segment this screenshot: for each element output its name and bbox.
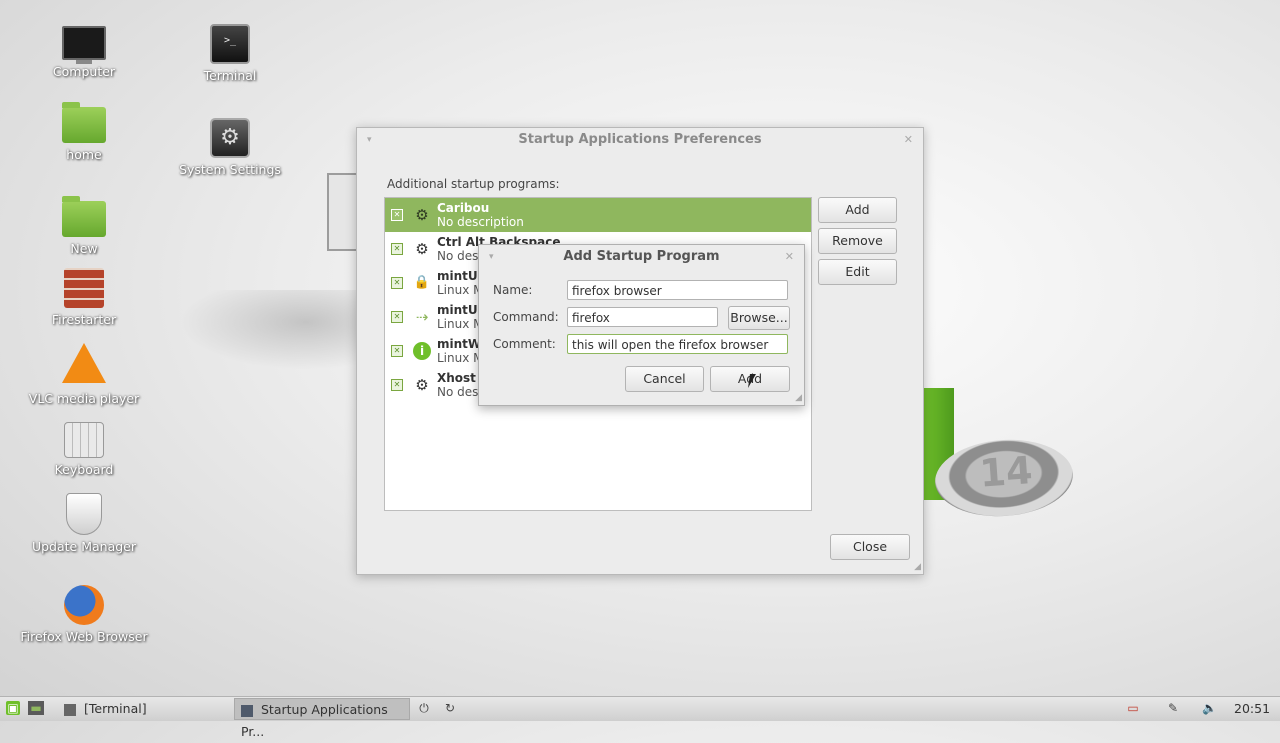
program-desc: Linux M	[437, 317, 484, 331]
firefox-icon	[64, 585, 104, 625]
desktop-icon-label: Firestarter	[51, 312, 117, 327]
program-desc: Linux M	[437, 283, 484, 297]
desktop-icon-vlc[interactable]: VLC media player	[19, 343, 149, 406]
desktop-icon-update-manager[interactable]: Update Manager	[19, 493, 149, 554]
program-name: Caribou	[437, 201, 490, 215]
gear-icon: ⚙	[415, 376, 429, 394]
wallpaper-shadow	[180, 290, 360, 370]
volume-icon[interactable]: 🔈	[1202, 701, 1217, 715]
comment-label: Comment:	[493, 337, 556, 351]
close-button[interactable]: Close	[830, 534, 910, 560]
bottom-panel: ▣ ▬ [Terminal] Startup Applications Pr..…	[0, 696, 1280, 739]
window-titlebar[interactable]: ▾ Startup Applications Preferences ✕	[357, 128, 923, 152]
dialog-close-icon[interactable]: ✕	[785, 245, 794, 269]
dialog-menu-icon[interactable]: ▾	[489, 245, 494, 269]
desktop-icon-label: Terminal	[203, 68, 257, 83]
refresh-icon[interactable]: ↻	[443, 701, 457, 715]
pen-icon[interactable]: ✎	[1166, 701, 1180, 715]
window-title: Startup Applications Preferences	[518, 132, 762, 147]
enable-checkbox[interactable]: ✕	[391, 345, 403, 357]
startup-task-icon	[241, 704, 253, 717]
folder-icon	[62, 196, 106, 237]
lock-icon: 🔒	[413, 275, 431, 290]
firewall-icon	[64, 268, 104, 308]
desktop-icon-label: Keyboard	[54, 462, 114, 477]
settings-icon: ⚙	[210, 118, 250, 158]
enable-checkbox[interactable]: ✕	[391, 379, 403, 391]
desktop-icon-firestarter[interactable]: Firestarter	[19, 268, 149, 327]
window-menu-icon[interactable]: ▾	[367, 128, 372, 152]
desktop-icon-label: Computer	[52, 64, 116, 79]
command-label: Command:	[493, 310, 559, 324]
enable-checkbox[interactable]: ✕	[391, 209, 403, 221]
dialog-resize-grip-icon[interactable]: ◢	[795, 393, 802, 403]
desktop-icon-system-settings[interactable]: ⚙ System Settings	[165, 118, 295, 177]
desktop-icon-computer[interactable]: Computer	[19, 20, 149, 79]
cancel-button[interactable]: Cancel	[625, 366, 704, 392]
update-icon: ⇢	[415, 308, 429, 326]
program-desc: No description	[437, 215, 524, 229]
desktop-icon-keyboard[interactable]: Keyboard	[19, 418, 149, 477]
dialog-title: Add Startup Program	[563, 249, 720, 264]
dialog-titlebar[interactable]: ▾ Add Startup Program ✕	[479, 245, 804, 269]
edit-button[interactable]: Edit	[818, 259, 897, 285]
computer-icon	[62, 26, 106, 64]
home-folder-icon	[62, 102, 106, 143]
taskbar-item-terminal[interactable]: [Terminal]	[60, 698, 234, 720]
window-close-icon[interactable]: ✕	[904, 128, 913, 152]
vlc-icon	[62, 343, 106, 383]
desktop-icon-label: Update Manager	[31, 539, 137, 554]
program-name: Xhost	[437, 371, 476, 385]
desktop-icon-label: Firefox Web Browser	[20, 629, 148, 644]
show-desktop-icon[interactable]: ▬	[28, 701, 44, 715]
desktop-icon-label: New	[70, 241, 98, 256]
name-field[interactable]: firefox browser	[567, 280, 788, 300]
desktop-icon-label: System Settings	[179, 162, 281, 177]
desktop-icon-label: VLC media player	[28, 391, 140, 406]
gear-icon: ⚙	[415, 240, 429, 258]
mouse-cursor-icon	[748, 374, 762, 388]
desktop-icon-home[interactable]: home	[19, 101, 149, 162]
enable-checkbox[interactable]: ✕	[391, 243, 403, 255]
remove-button[interactable]: Remove	[818, 228, 897, 254]
name-label: Name:	[493, 283, 533, 297]
browse-button[interactable]: Browse...	[728, 306, 790, 330]
desktop-icon-new[interactable]: New	[19, 195, 149, 256]
command-field[interactable]: firefox	[567, 307, 718, 327]
shield-icon	[66, 493, 102, 535]
enable-checkbox[interactable]: ✕	[391, 277, 403, 289]
wallpaper-version-number: 14	[978, 448, 1034, 496]
wallpaper-frame	[327, 173, 359, 251]
info-icon: i	[413, 342, 431, 360]
list-label: Additional startup programs:	[387, 177, 560, 191]
program-name: mintU	[437, 269, 478, 283]
desktop-icon-label: home	[66, 147, 102, 162]
desktop-icon-firefox[interactable]: Firefox Web Browser	[19, 585, 149, 644]
taskbar-item-startup-applications[interactable]: Startup Applications Pr...	[234, 698, 410, 739]
program-desc: Linux M	[437, 351, 484, 365]
program-name: mintU	[437, 303, 478, 317]
program-name: mintW	[437, 337, 482, 351]
gear-icon: ⚙	[415, 206, 429, 224]
resize-grip-icon[interactable]: ◢	[914, 562, 921, 572]
add-button[interactable]: Add	[818, 197, 897, 223]
network-icon[interactable]: ▭	[1126, 701, 1140, 715]
enable-checkbox[interactable]: ✕	[391, 311, 403, 323]
terminal-icon: >_	[210, 24, 250, 64]
keyboard-icon	[64, 422, 104, 458]
task-label: [Terminal]	[84, 701, 147, 716]
task-label: Startup Applications Pr...	[241, 702, 388, 739]
menu-icon[interactable]: ▣	[6, 701, 20, 715]
list-item[interactable]: ✕ ⚙ Caribou No description	[385, 198, 811, 232]
desktop-icon-terminal[interactable]: >_ Terminal	[165, 24, 295, 83]
clock[interactable]: 20:51	[1234, 698, 1270, 720]
terminal-task-icon	[64, 703, 76, 716]
power-icon[interactable]: ⏻	[417, 701, 431, 715]
comment-field[interactable]: this will open the firefox browser	[567, 334, 788, 354]
add-startup-program-dialog: ▾ Add Startup Program ✕ Name: firefox br…	[478, 244, 805, 406]
